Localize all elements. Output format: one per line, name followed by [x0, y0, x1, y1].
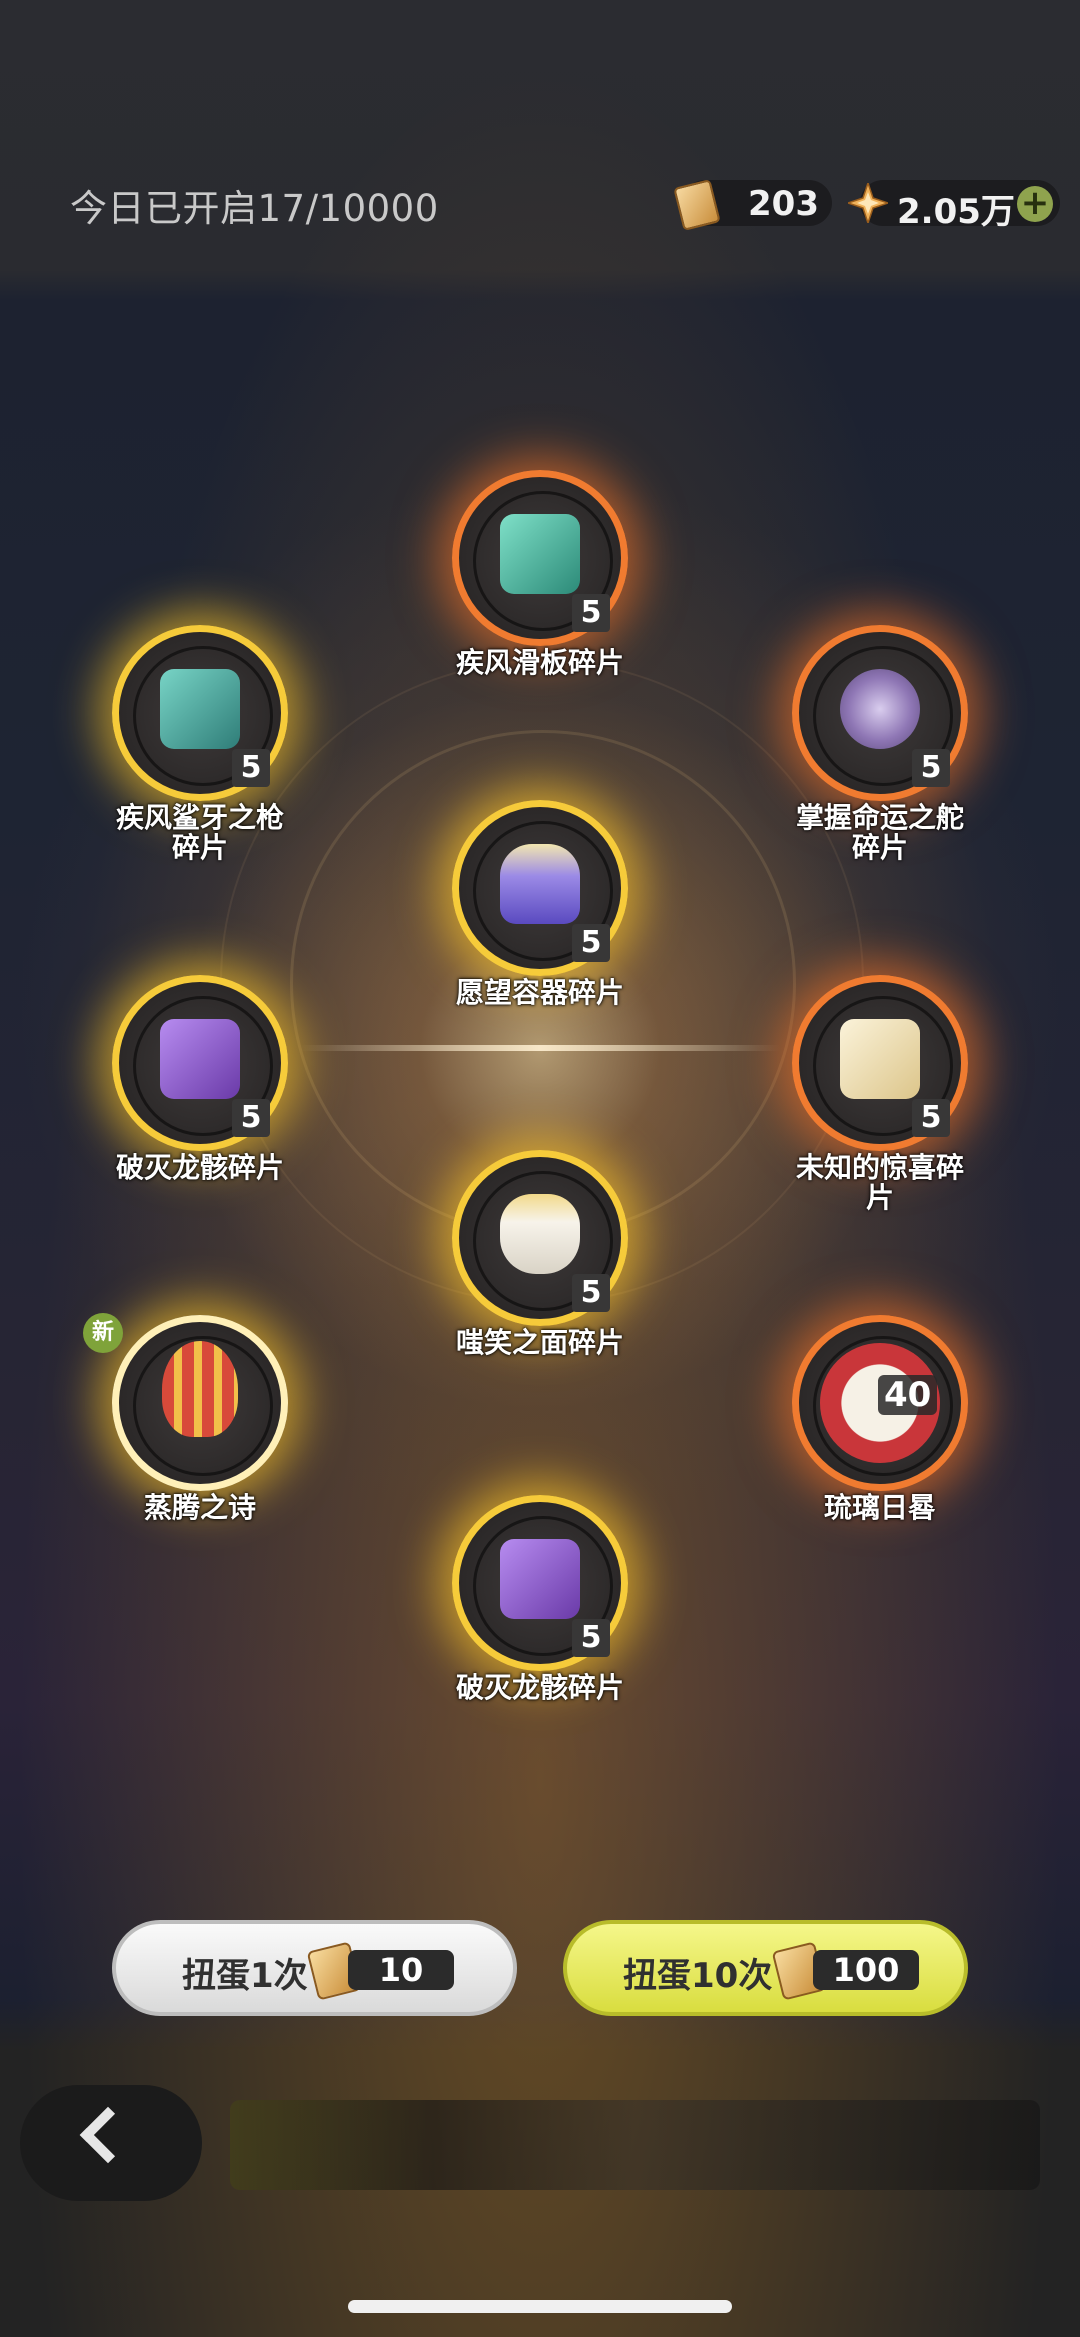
item-name: 疾风鲨牙之枪碎片: [115, 801, 284, 864]
gacha-10x-label: 扭蛋10次: [623, 1956, 773, 1996]
item-art: [500, 1539, 580, 1619]
item-name: 破灭龙骸碎片: [455, 1671, 624, 1704]
gacha-1x-button[interactable]: 扭蛋1次 10: [112, 1920, 517, 2016]
item-name: 琉璃日晷: [823, 1491, 936, 1524]
gacha-1x-label: 扭蛋1次: [182, 1956, 308, 1996]
star-icon: [848, 183, 888, 223]
item-count: 5: [572, 594, 610, 632]
balloon-art: [162, 1341, 238, 1437]
item-name: 破灭龙骸碎片: [115, 1151, 284, 1184]
item-count: 5: [232, 749, 270, 787]
reward-orb: 5: [452, 1150, 628, 1326]
opened-today-counter: 今日已开启17/10000: [70, 187, 439, 230]
home-indicator[interactable]: [348, 2300, 732, 2313]
item-name: 嗤笑之面碎片: [455, 1326, 624, 1359]
reward-orb: 5: [452, 800, 628, 976]
gacha-10x-cost: 100: [813, 1950, 919, 1990]
reward-orb: 5: [112, 625, 288, 801]
item-count: 5: [912, 1099, 950, 1137]
bottom-strip: [230, 2100, 1040, 2190]
reward-orb: 5: [792, 975, 968, 1151]
reward-orb: 5: [452, 470, 628, 646]
item-count: 5: [912, 749, 950, 787]
add-currency-button[interactable]: +: [1017, 186, 1053, 222]
item-art: [500, 1194, 580, 1274]
item-count: 40: [878, 1375, 938, 1415]
item-art: [500, 844, 580, 924]
reward-orb: 5: [112, 975, 288, 1151]
gacha-1x-cost: 10: [348, 1950, 454, 1990]
ticket-count: 203: [748, 184, 819, 224]
reward-orb: 5: [792, 625, 968, 801]
item-count: 5: [572, 1619, 610, 1657]
item-count: 5: [572, 924, 610, 962]
item-art: [840, 669, 920, 749]
item-name: 掌握命运之舵碎片: [795, 801, 964, 864]
new-badge: 新: [83, 1313, 123, 1353]
reward-orb: 5: [452, 1495, 628, 1671]
item-name: 愿望容器碎片: [455, 976, 624, 1009]
item-count: 5: [232, 1099, 270, 1137]
light-flare: [300, 1045, 780, 1051]
item-art: [160, 669, 240, 749]
item-art: [840, 1019, 920, 1099]
item-name: 未知的惊喜碎片: [795, 1151, 964, 1214]
item-art: [500, 514, 580, 594]
item-name: 疾风滑板碎片: [455, 646, 624, 679]
star-count: 2.05万: [897, 192, 1015, 232]
chevron-left-icon: [79, 2106, 137, 2164]
reward-orb: [112, 1315, 288, 1491]
reward-orb: 40: [792, 1315, 968, 1491]
item-count: 5: [572, 1274, 610, 1312]
back-button[interactable]: [20, 2085, 202, 2201]
gacha-10x-button[interactable]: 扭蛋10次 100: [563, 1920, 968, 2016]
item-art: [160, 1019, 240, 1099]
item-name: 蒸腾之诗: [143, 1491, 256, 1524]
